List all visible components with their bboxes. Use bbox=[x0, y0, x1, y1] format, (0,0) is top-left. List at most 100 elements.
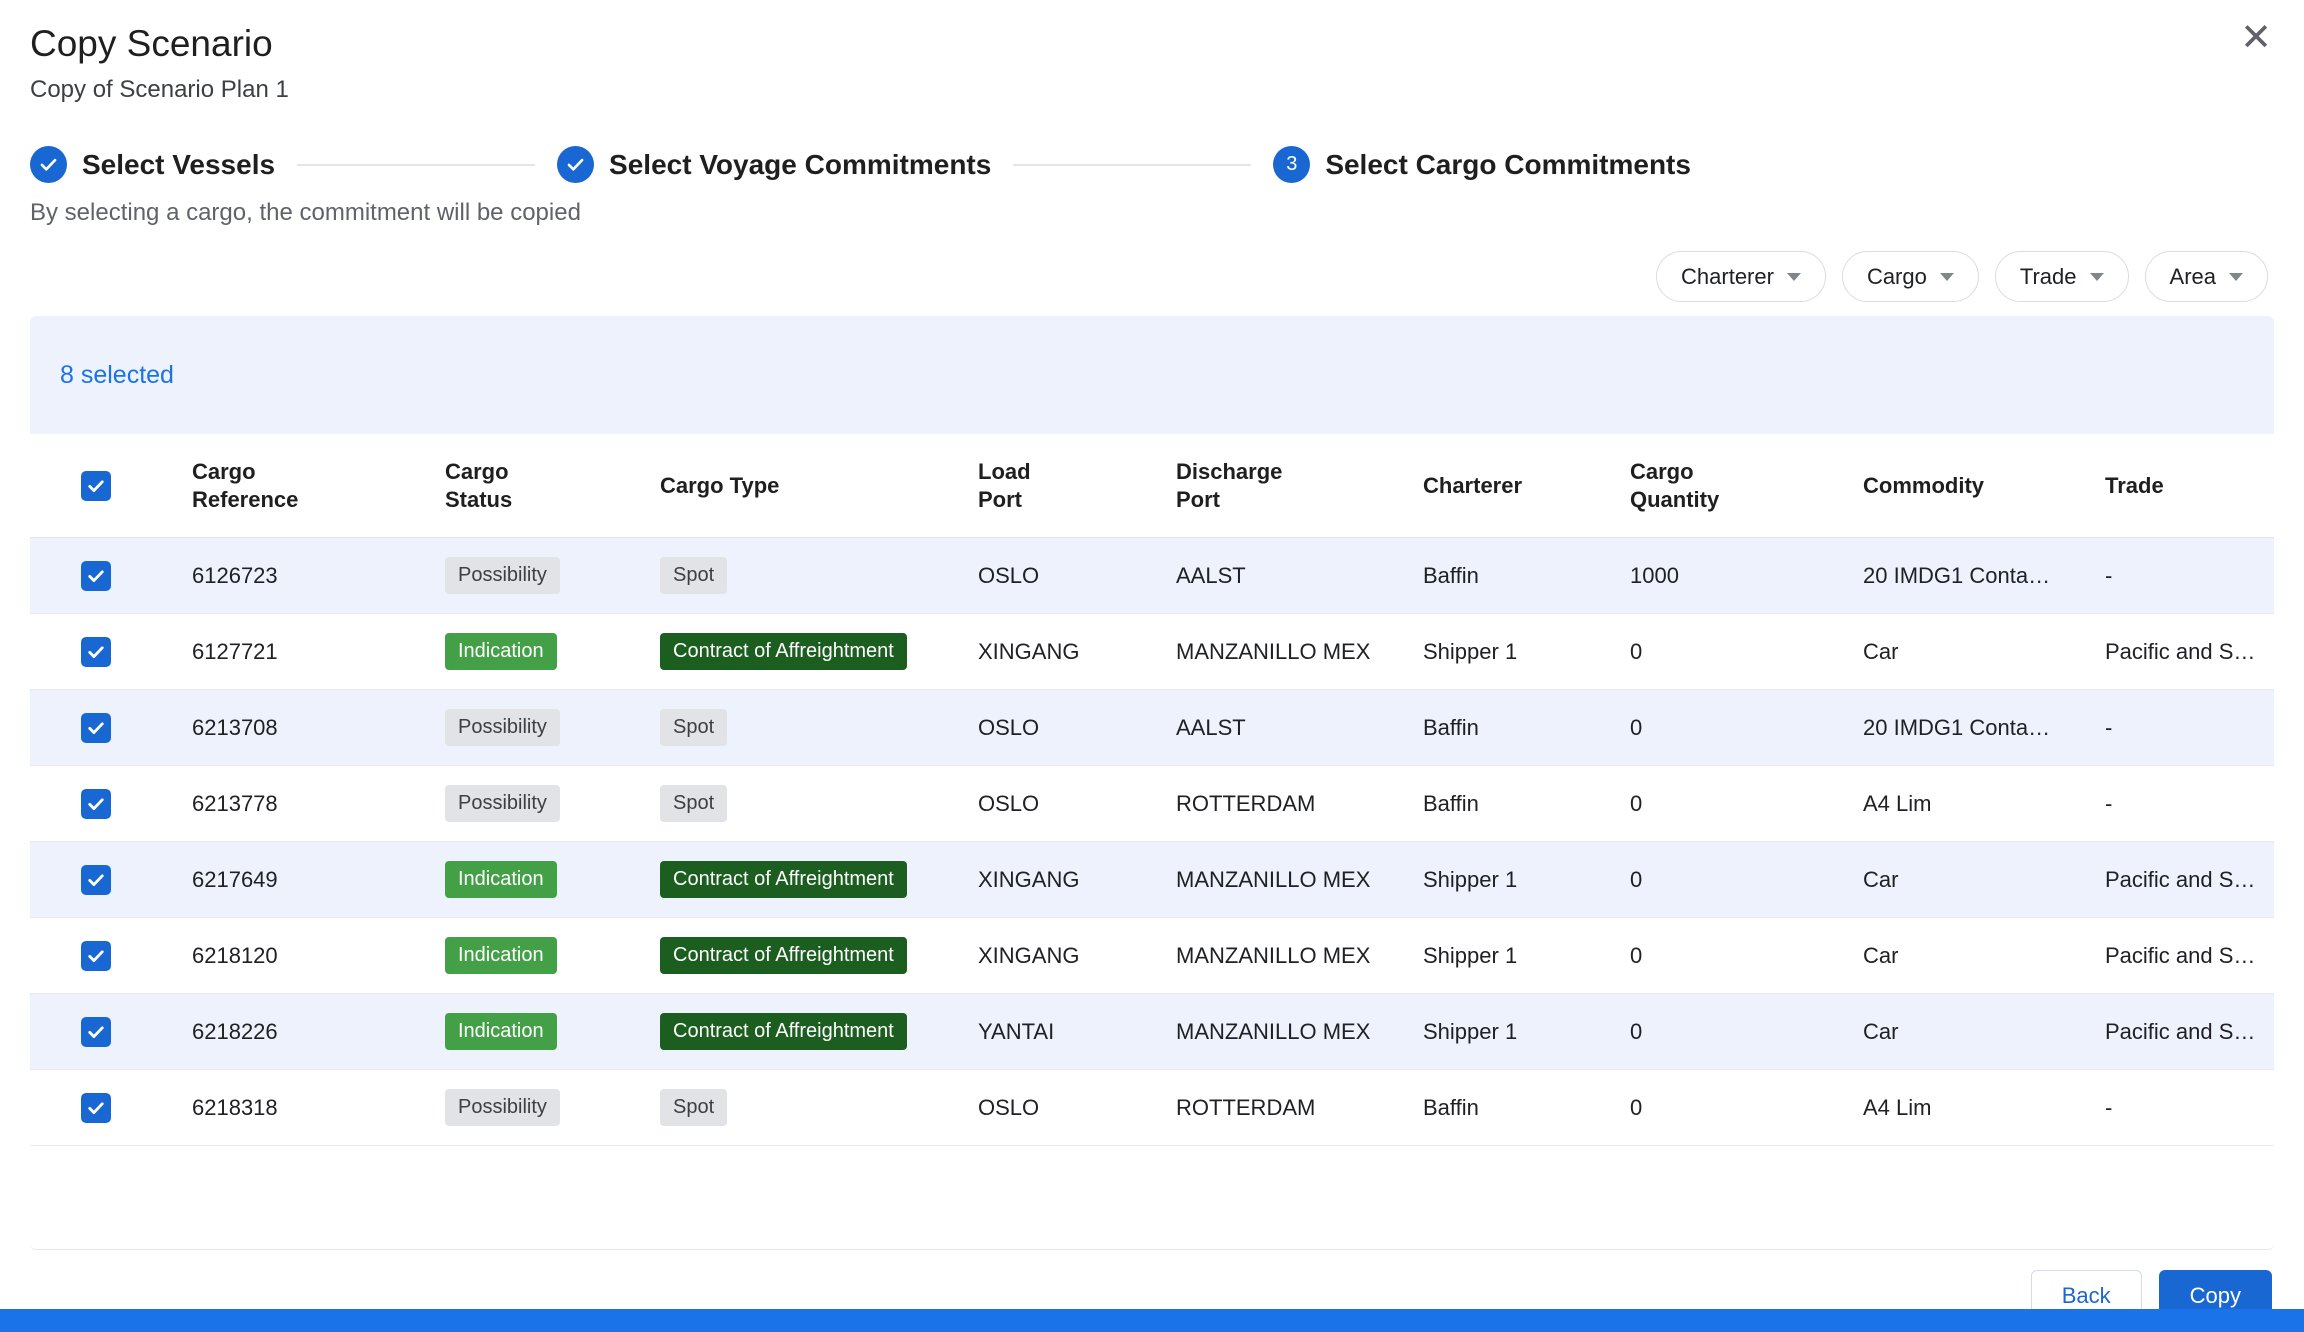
column-header-trade: Trade bbox=[2105, 472, 2274, 500]
row-checkbox[interactable] bbox=[81, 713, 111, 743]
row-checkbox[interactable] bbox=[81, 941, 111, 971]
page-subtitle: Copy of Scenario Plan 1 bbox=[30, 76, 2268, 104]
table-header-row: Cargo Reference Cargo Status Cargo Type … bbox=[30, 434, 2274, 538]
cargo-type-badge: Contract of Affreightment bbox=[660, 633, 907, 670]
load-port-cell: OSLO bbox=[978, 563, 1176, 589]
trade-cell: Pacific and So… bbox=[2105, 639, 2274, 665]
cargo-quantity-cell: 0 bbox=[1630, 867, 1863, 893]
discharge-port-cell: ROTTERDAM bbox=[1176, 1095, 1423, 1121]
cargo-type-cell: Spot bbox=[660, 785, 978, 822]
cargo-type-cell: Spot bbox=[660, 1089, 978, 1126]
table-row[interactable]: 6213778 Possibility Spot OSLO ROTTERDAM … bbox=[30, 766, 2274, 842]
step-select-cargo-commitments[interactable]: 3 Select Cargo Commitments bbox=[1273, 146, 1691, 183]
dialog-header: Copy Scenario Copy of Scenario Plan 1 ✕ bbox=[0, 0, 2304, 104]
cargo-reference-cell: 6218318 bbox=[192, 1095, 445, 1121]
cargo-type-badge: Contract of Affreightment bbox=[660, 1013, 907, 1050]
check-icon bbox=[86, 946, 106, 966]
filter-bar: Charterer Cargo Trade Area bbox=[0, 251, 2304, 302]
cargo-quantity-cell: 0 bbox=[1630, 1019, 1863, 1045]
cargo-status-cell: Indication bbox=[445, 1013, 660, 1050]
cargo-type-badge: Contract of Affreightment bbox=[660, 937, 907, 974]
cargo-type-badge: Contract of Affreightment bbox=[660, 861, 907, 898]
discharge-port-cell: AALST bbox=[1176, 563, 1423, 589]
trade-cell: Pacific and So… bbox=[2105, 943, 2274, 969]
cargo-status-badge: Indication bbox=[445, 633, 557, 670]
load-port-cell: OSLO bbox=[978, 715, 1176, 741]
check-icon bbox=[86, 1022, 106, 1042]
row-checkbox[interactable] bbox=[81, 789, 111, 819]
row-checkbox[interactable] bbox=[81, 1017, 111, 1047]
cargo-type-badge: Spot bbox=[660, 709, 727, 746]
trade-cell: - bbox=[2105, 791, 2274, 817]
select-all-checkbox[interactable] bbox=[81, 471, 111, 501]
row-checkbox[interactable] bbox=[81, 637, 111, 667]
stepper-hint: By selecting a cargo, the commitment wil… bbox=[0, 199, 2304, 227]
cargo-quantity-cell: 0 bbox=[1630, 715, 1863, 741]
column-header-charterer: Charterer bbox=[1423, 472, 1630, 500]
filter-cargo[interactable]: Cargo bbox=[1842, 251, 1979, 302]
charterer-cell: Shipper 1 bbox=[1423, 867, 1630, 893]
filter-area[interactable]: Area bbox=[2145, 251, 2268, 302]
cargo-quantity-cell: 0 bbox=[1630, 1095, 1863, 1121]
step-select-voyage-commitments[interactable]: Select Voyage Commitments bbox=[557, 146, 991, 183]
cargo-quantity-cell: 0 bbox=[1630, 943, 1863, 969]
table-row[interactable]: 6213708 Possibility Spot OSLO AALST Baff… bbox=[30, 690, 2274, 766]
charterer-cell: Baffin bbox=[1423, 1095, 1630, 1121]
discharge-port-cell: MANZANILLO MEX bbox=[1176, 943, 1423, 969]
close-icon[interactable]: ✕ bbox=[2240, 18, 2272, 56]
filter-trade[interactable]: Trade bbox=[1995, 251, 2129, 302]
discharge-port-cell: MANZANILLO MEX bbox=[1176, 639, 1423, 665]
commodity-cell: A4 Lim bbox=[1863, 1095, 2105, 1121]
cargo-status-badge: Indication bbox=[445, 937, 557, 974]
table-row[interactable]: 6218120 Indication Contract of Affreight… bbox=[30, 918, 2274, 994]
step-select-vessels[interactable]: Select Vessels bbox=[30, 146, 275, 183]
row-checkbox[interactable] bbox=[81, 1093, 111, 1123]
stepper-connector bbox=[297, 164, 535, 166]
page-title: Copy Scenario bbox=[30, 22, 2268, 66]
table-empty-area bbox=[30, 1146, 2274, 1249]
table-row[interactable]: 6127721 Indication Contract of Affreight… bbox=[30, 614, 2274, 690]
chevron-down-icon bbox=[2229, 273, 2243, 281]
commodity-cell: Car bbox=[1863, 867, 2105, 893]
cargo-reference-cell: 6217649 bbox=[192, 867, 445, 893]
column-header-cargo-reference: Cargo Reference bbox=[192, 458, 445, 513]
table-row[interactable]: 6218318 Possibility Spot OSLO ROTTERDAM … bbox=[30, 1070, 2274, 1146]
commodity-cell: A4 Lim bbox=[1863, 791, 2105, 817]
table-row[interactable]: 6218226 Indication Contract of Affreight… bbox=[30, 994, 2274, 1070]
stepper-connector bbox=[1013, 164, 1251, 166]
check-icon bbox=[86, 870, 106, 890]
step-complete-check-icon bbox=[30, 146, 67, 183]
row-checkbox[interactable] bbox=[81, 561, 111, 591]
app-bottom-bar bbox=[0, 1309, 2304, 1332]
check-icon bbox=[86, 794, 106, 814]
commodity-cell: Car bbox=[1863, 943, 2105, 969]
cargo-status-badge: Indication bbox=[445, 861, 557, 898]
cargo-type-cell: Contract of Affreightment bbox=[660, 937, 978, 974]
selection-summary-bar: 8 selected bbox=[30, 316, 2274, 434]
load-port-cell: XINGANG bbox=[978, 639, 1176, 665]
trade-cell: Pacific and So… bbox=[2105, 1019, 2274, 1045]
cargo-type-badge: Spot bbox=[660, 785, 727, 822]
discharge-port-cell: MANZANILLO MEX bbox=[1176, 1019, 1423, 1045]
trade-cell: - bbox=[2105, 1095, 2274, 1121]
step-number-badge: 3 bbox=[1273, 146, 1310, 183]
cargo-reference-cell: 6213708 bbox=[192, 715, 445, 741]
cargo-status-badge: Possibility bbox=[445, 1089, 560, 1126]
row-checkbox[interactable] bbox=[81, 865, 111, 895]
table-row[interactable]: 6126723 Possibility Spot OSLO AALST Baff… bbox=[30, 538, 2274, 614]
commodity-cell: 20 IMDG1 Conta… bbox=[1863, 715, 2105, 741]
cargo-type-badge: Spot bbox=[660, 1089, 727, 1126]
charterer-cell: Baffin bbox=[1423, 563, 1630, 589]
cargo-quantity-cell: 1000 bbox=[1630, 563, 1863, 589]
filter-charterer[interactable]: Charterer bbox=[1656, 251, 1826, 302]
step-complete-check-icon bbox=[557, 146, 594, 183]
table-row[interactable]: 6217649 Indication Contract of Affreight… bbox=[30, 842, 2274, 918]
cargo-quantity-cell: 0 bbox=[1630, 639, 1863, 665]
filter-label: Cargo bbox=[1867, 264, 1927, 290]
filter-label: Charterer bbox=[1681, 264, 1774, 290]
filter-label: Trade bbox=[2020, 264, 2077, 290]
column-header-cargo-type: Cargo Type bbox=[660, 472, 978, 500]
cargo-reference-cell: 6127721 bbox=[192, 639, 445, 665]
trade-cell: - bbox=[2105, 563, 2274, 589]
selected-count: 8 selected bbox=[60, 361, 174, 390]
